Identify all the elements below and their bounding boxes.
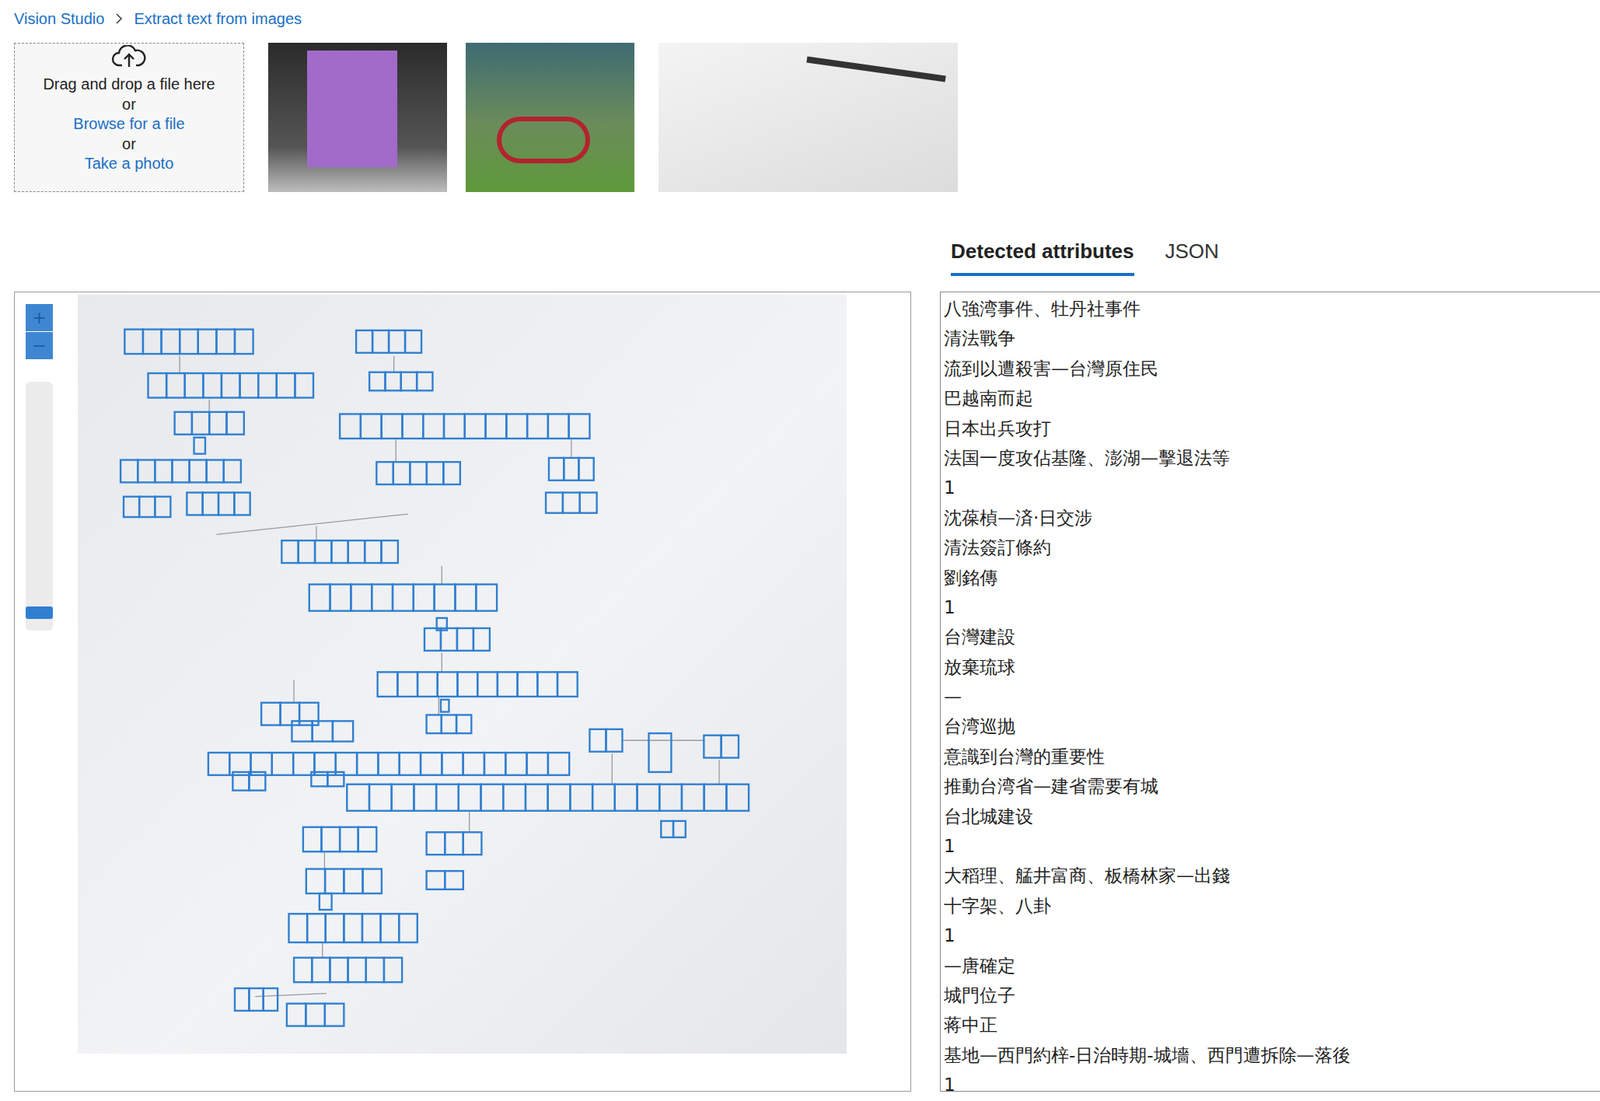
text-region-box[interactable]: [649, 733, 672, 773]
text-region-box[interactable]: [309, 584, 497, 612]
image-viewer: +−: [13, 291, 912, 1092]
text-region-box[interactable]: [289, 913, 418, 943]
text-region-box[interactable]: [319, 893, 332, 910]
detected-line: 台北城建设: [943, 801, 1600, 832]
text-region-box[interactable]: [589, 729, 622, 752]
text-region-box[interactable]: [120, 460, 242, 483]
text-region-box[interactable]: [424, 628, 490, 651]
detected-text-panel: 八強湾事件、牡丹社事件清法戰争流到以遭殺害—台灣原住民巴越南而起日本出兵攻打法国…: [939, 291, 1600, 1092]
upload-link[interactable]: Take a photo: [84, 153, 175, 175]
detected-line: 八強湾事件、牡丹社事件: [943, 293, 1600, 324]
breadcrumb-link[interactable]: Extract text from images: [133, 10, 302, 28]
upload-link[interactable]: Browse for a file: [73, 114, 185, 135]
text-region-box[interactable]: [426, 870, 464, 890]
text-region-box[interactable]: [548, 457, 594, 481]
text-region-box[interactable]: [303, 827, 377, 852]
sample-photo-detail: [307, 50, 398, 168]
sample-image[interactable]: [465, 42, 635, 193]
text-region-box[interactable]: [148, 373, 314, 398]
detected-line: 放棄琉球: [943, 652, 1600, 682]
chevron-right-icon: [113, 11, 125, 26]
text-region-box[interactable]: [660, 820, 685, 838]
text-region-box[interactable]: [426, 714, 472, 734]
result-tab[interactable]: Detected attributes: [950, 238, 1135, 276]
zoom-in-button[interactable]: +: [25, 303, 53, 332]
detected-line: —: [943, 681, 1600, 712]
detected-line: 1: [943, 1069, 1600, 1092]
detected-line: —唐確定: [943, 950, 1600, 981]
upload-text: or: [122, 134, 137, 155]
text-region-box[interactable]: [377, 671, 578, 696]
detected-line: 1: [943, 920, 1600, 951]
detected-line: 法国一度攻佔基隆、澎湖—擊退法等: [943, 443, 1600, 473]
text-region-box[interactable]: [376, 461, 461, 485]
text-region-box[interactable]: [440, 699, 449, 713]
text-region-box[interactable]: [286, 1003, 344, 1027]
text-region-box[interactable]: [339, 413, 590, 438]
analyzed-photo: [77, 294, 847, 1054]
zoom-controls: +−: [25, 303, 53, 631]
main-area: Detected attributes JSON +− 八強湾事件、牡丹社事件清法戰争…: [13, 192, 1600, 1092]
detected-line: 推動台湾省—建省需要有城: [943, 771, 1600, 801]
detected-line: 大稻理、艋井富商、板橋林家—出錢: [943, 860, 1600, 891]
detected-line: 1: [943, 472, 1600, 503]
detected-line: 基地—西門約梓-日治時期-城墻、西門遭拆除—落後: [943, 1040, 1600, 1070]
text-region-box[interactable]: [232, 772, 266, 791]
upload-dropzone[interactable]: Drag and drop a file hereorBrowse for a …: [13, 42, 245, 193]
text-region-box[interactable]: [281, 540, 399, 563]
detected-line: 日本出兵攻打: [943, 413, 1600, 444]
text-region-box[interactable]: [194, 437, 206, 455]
detected-line: 清法戰争: [943, 323, 1600, 353]
zoom-slider[interactable]: [25, 381, 53, 631]
text-region-box[interactable]: [703, 735, 739, 759]
detected-line: 1: [943, 592, 1600, 622]
text-region-box[interactable]: [426, 831, 483, 855]
detected-line: 清法簽訂條約: [943, 532, 1600, 563]
text-region-box[interactable]: [293, 957, 402, 982]
breadcrumb-link[interactable]: Vision Studio: [13, 10, 105, 28]
text-region-box[interactable]: [306, 869, 382, 894]
detected-line: 巴越南而起: [943, 383, 1600, 413]
text-region-box[interactable]: [186, 492, 250, 515]
detected-line: 台湾巡抛: [943, 711, 1600, 741]
text-region-box[interactable]: [234, 988, 278, 1011]
detected-line: 蒋中正: [943, 1009, 1600, 1040]
zoom-out-button[interactable]: −: [25, 331, 53, 360]
detected-line: 城門位子: [943, 980, 1600, 1010]
text-region-box[interactable]: [356, 330, 422, 353]
detected-line: 意識到台灣的重要性: [943, 741, 1600, 772]
detected-line: 十字架、八卦: [943, 890, 1600, 921]
detected-line: 劉銘傳: [943, 562, 1600, 593]
result-tab[interactable]: JSON: [1165, 238, 1220, 276]
detected-line: 流到以遭殺害—台灣原住民: [943, 353, 1600, 384]
text-region-box[interactable]: [124, 329, 253, 354]
text-region-box[interactable]: [346, 784, 749, 811]
cloud-upload-icon: [111, 45, 147, 69]
upload-text: or: [122, 94, 137, 116]
text-region-box[interactable]: [369, 372, 433, 392]
detected-line: 1: [943, 831, 1600, 861]
zoom-slider-thumb[interactable]: [25, 606, 53, 619]
breadcrumb: Vision Studio Extract text from images: [13, 0, 1600, 38]
sample-strip: Drag and drop a file hereorBrowse for a …: [13, 42, 1600, 193]
upload-text: Drag and drop a file here: [42, 74, 215, 95]
text-region-box[interactable]: [310, 772, 344, 787]
detected-line: 沈葆楨—済·日交涉: [943, 503, 1600, 533]
text-region-box[interactable]: [174, 412, 245, 435]
sample-photo-detail: [806, 56, 946, 83]
detected-line: 台灣建設: [943, 621, 1600, 652]
sample-photo-detail: [496, 116, 591, 164]
vision-studio-page: Vision Studio Extract text from images Dra…: [0, 0, 1600, 1101]
text-region-box[interactable]: [123, 496, 171, 518]
text-region-overlay: [77, 294, 847, 1054]
sample-image[interactable]: [658, 42, 958, 193]
sample-image[interactable]: [268, 42, 448, 193]
text-region-box[interactable]: [545, 492, 598, 513]
text-region-box[interactable]: [291, 720, 353, 741]
result-tabs: Detected attributes JSON: [939, 192, 1600, 276]
